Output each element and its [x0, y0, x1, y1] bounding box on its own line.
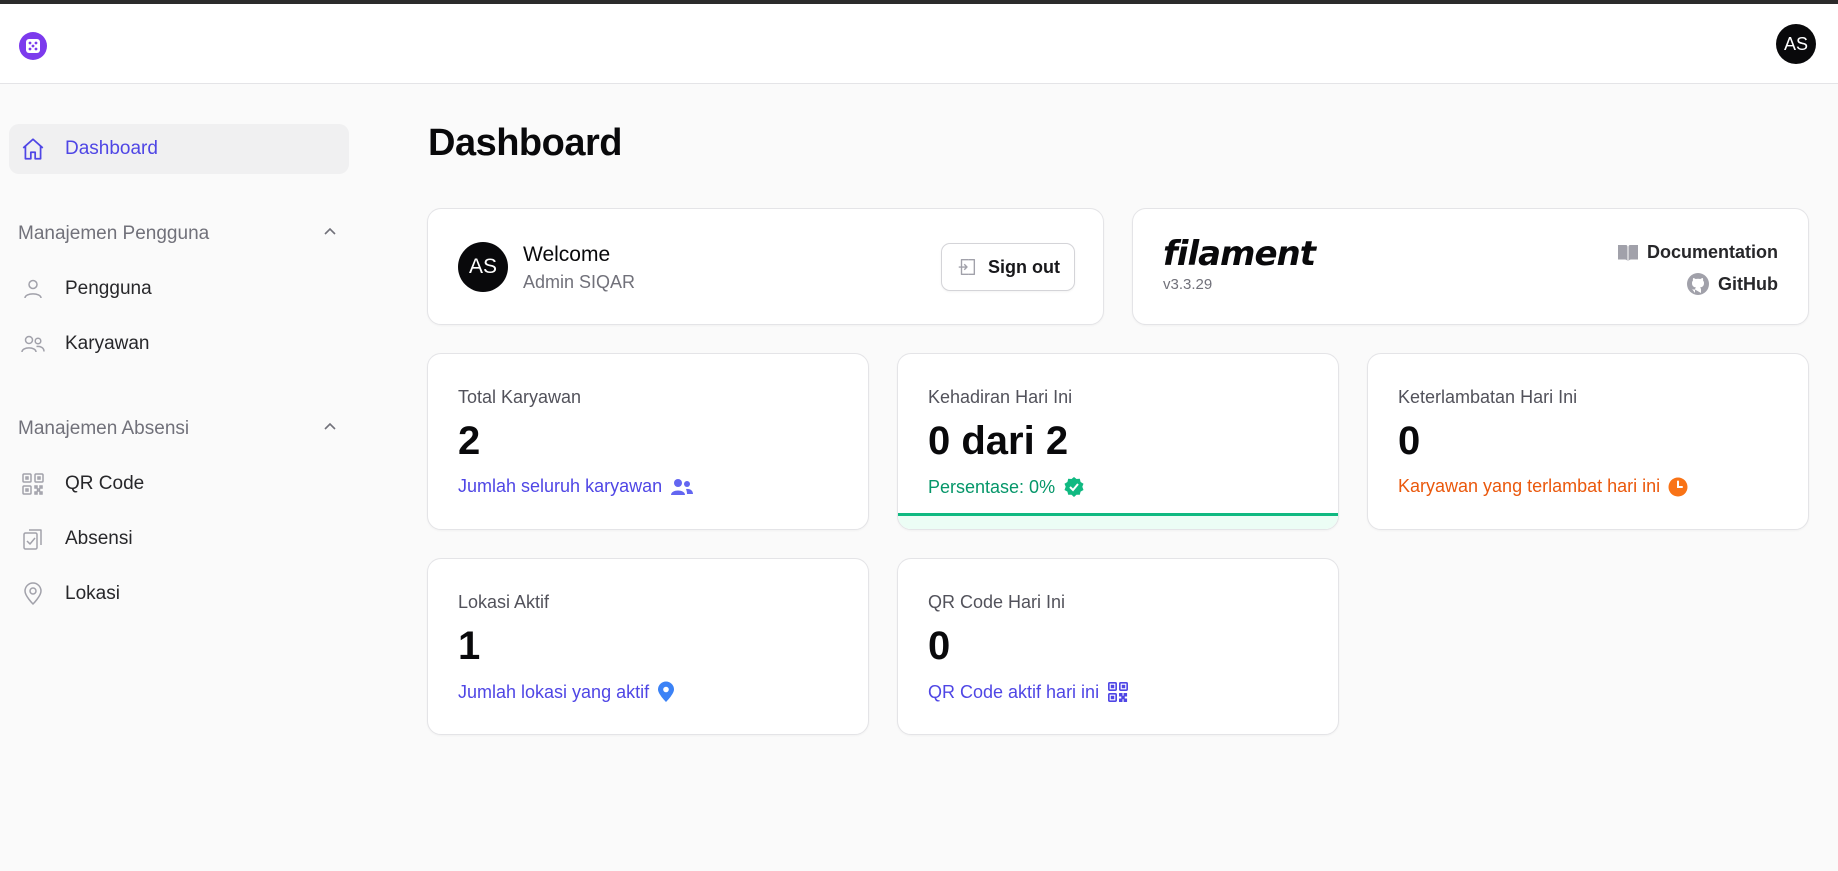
top-bar: AS	[0, 4, 1838, 84]
sidebar-item-label: Karyawan	[65, 333, 150, 354]
welcome-card: AS Welcome Admin SIQAR Sign out	[427, 208, 1104, 325]
sidebar-item-label: Lokasi	[65, 583, 120, 604]
sidebar-item-label: Dashboard	[65, 138, 158, 159]
book-open-icon	[1617, 244, 1639, 262]
clipboard-check-icon	[20, 526, 46, 552]
sidebar-item-qr-code[interactable]: QR Code	[9, 459, 349, 509]
stat-description: Persentase: 0%	[928, 476, 1085, 498]
group-label: Manajemen Absensi	[18, 418, 190, 439]
logout-icon	[956, 256, 978, 278]
map-pin-icon	[20, 581, 46, 607]
page-title: Dashboard	[428, 122, 622, 164]
clock-icon	[1668, 477, 1688, 497]
welcome-title: Welcome	[523, 243, 611, 266]
stat-label: Kehadiran Hari Ini	[928, 387, 1073, 407]
qr-code-icon	[1107, 681, 1129, 703]
documentation-link[interactable]: Documentation	[1617, 242, 1778, 263]
stat-value: 0	[928, 624, 951, 668]
stat-label: Lokasi Aktif	[458, 592, 550, 612]
check-badge-icon	[1063, 476, 1085, 498]
stat-lokasi-aktif: Lokasi Aktif 1 Jumlah lokasi yang aktif	[427, 558, 869, 735]
github-icon	[1686, 272, 1710, 296]
stat-description: Jumlah lokasi yang aktif	[458, 681, 675, 703]
stat-description-text: Jumlah lokasi yang aktif	[458, 681, 650, 702]
home-icon	[20, 136, 46, 162]
stat-label: Keterlambatan Hari Ini	[1398, 387, 1578, 407]
sidebar-item-label: Pengguna	[65, 278, 152, 299]
github-link[interactable]: GitHub	[1686, 272, 1778, 296]
sidebar-item-karyawan[interactable]: Karyawan	[9, 319, 349, 369]
sidebar: Dashboard Manajemen Pengguna Pengguna Ka…	[0, 85, 360, 871]
chevron-up-icon[interactable]	[322, 419, 338, 440]
sidebar-item-lokasi[interactable]: Lokasi	[9, 569, 349, 619]
stat-description-text: Karyawan yang terlambat hari ini	[1398, 476, 1661, 496]
stat-description-text: Jumlah seluruh karyawan	[458, 476, 663, 496]
group-manajemen-absensi[interactable]: Manajemen Absensi	[18, 414, 338, 444]
filament-info-card: filament v3.3.29 Documentation GitHub	[1132, 208, 1809, 325]
users-icon	[670, 477, 694, 497]
group-label: Manajemen Pengguna	[18, 223, 210, 244]
stat-description: Karyawan yang terlambat hari ini	[1398, 476, 1688, 497]
filament-version: v3.3.29	[1163, 276, 1213, 293]
stat-label: Total Karyawan	[458, 387, 582, 407]
stat-value: 2	[458, 419, 481, 463]
sidebar-item-pengguna[interactable]: Pengguna	[9, 264, 349, 314]
users-icon	[20, 331, 46, 357]
stat-description-text: QR Code aktif hari ini	[928, 681, 1100, 702]
stat-description-text: Persentase: 0%	[928, 476, 1056, 497]
stat-qr-code-hari-ini: QR Code Hari Ini 0 QR Code aktif hari in…	[897, 558, 1339, 735]
stat-total-karyawan: Total Karyawan 2 Jumlah seluruh karyawan	[427, 353, 869, 530]
user-icon	[20, 276, 46, 302]
stat-description: QR Code aktif hari ini	[928, 681, 1129, 703]
sidebar-item-absensi[interactable]: Absensi	[9, 514, 349, 564]
chevron-up-icon[interactable]	[322, 224, 338, 245]
stat-value: 0 dari 2	[928, 419, 1069, 463]
app-logo[interactable]	[19, 32, 47, 60]
sidebar-item-label: QR Code	[65, 473, 145, 494]
dice-icon	[26, 39, 40, 53]
stat-value: 1	[458, 624, 481, 668]
group-manajemen-pengguna[interactable]: Manajemen Pengguna	[18, 219, 338, 249]
avatar: AS	[458, 242, 508, 292]
qr-code-icon	[20, 471, 46, 497]
sidebar-item-dashboard[interactable]: Dashboard	[9, 124, 349, 174]
sign-out-label: Sign out	[988, 256, 1060, 277]
welcome-user-name: Admin SIQAR	[523, 272, 636, 292]
stat-keterlambatan-hari-ini: Keterlambatan Hari Ini 0 Karyawan yang t…	[1367, 353, 1809, 530]
github-label: GitHub	[1718, 273, 1778, 294]
user-avatar[interactable]: AS	[1776, 24, 1816, 64]
map-pin-icon	[657, 681, 675, 703]
sign-out-button[interactable]: Sign out	[941, 243, 1075, 291]
sparkline-chart	[898, 513, 1338, 529]
documentation-label: Documentation	[1646, 242, 1778, 262]
stat-value: 0	[1398, 419, 1421, 463]
stat-label: QR Code Hari Ini	[928, 592, 1066, 612]
sidebar-item-label: Absensi	[65, 528, 133, 549]
stat-description: Jumlah seluruh karyawan	[458, 476, 694, 497]
stat-kehadiran-hari-ini: Kehadiran Hari Ini 0 dari 2 Persentase: …	[897, 353, 1339, 530]
filament-logo[interactable]: filament	[1163, 234, 1316, 274]
